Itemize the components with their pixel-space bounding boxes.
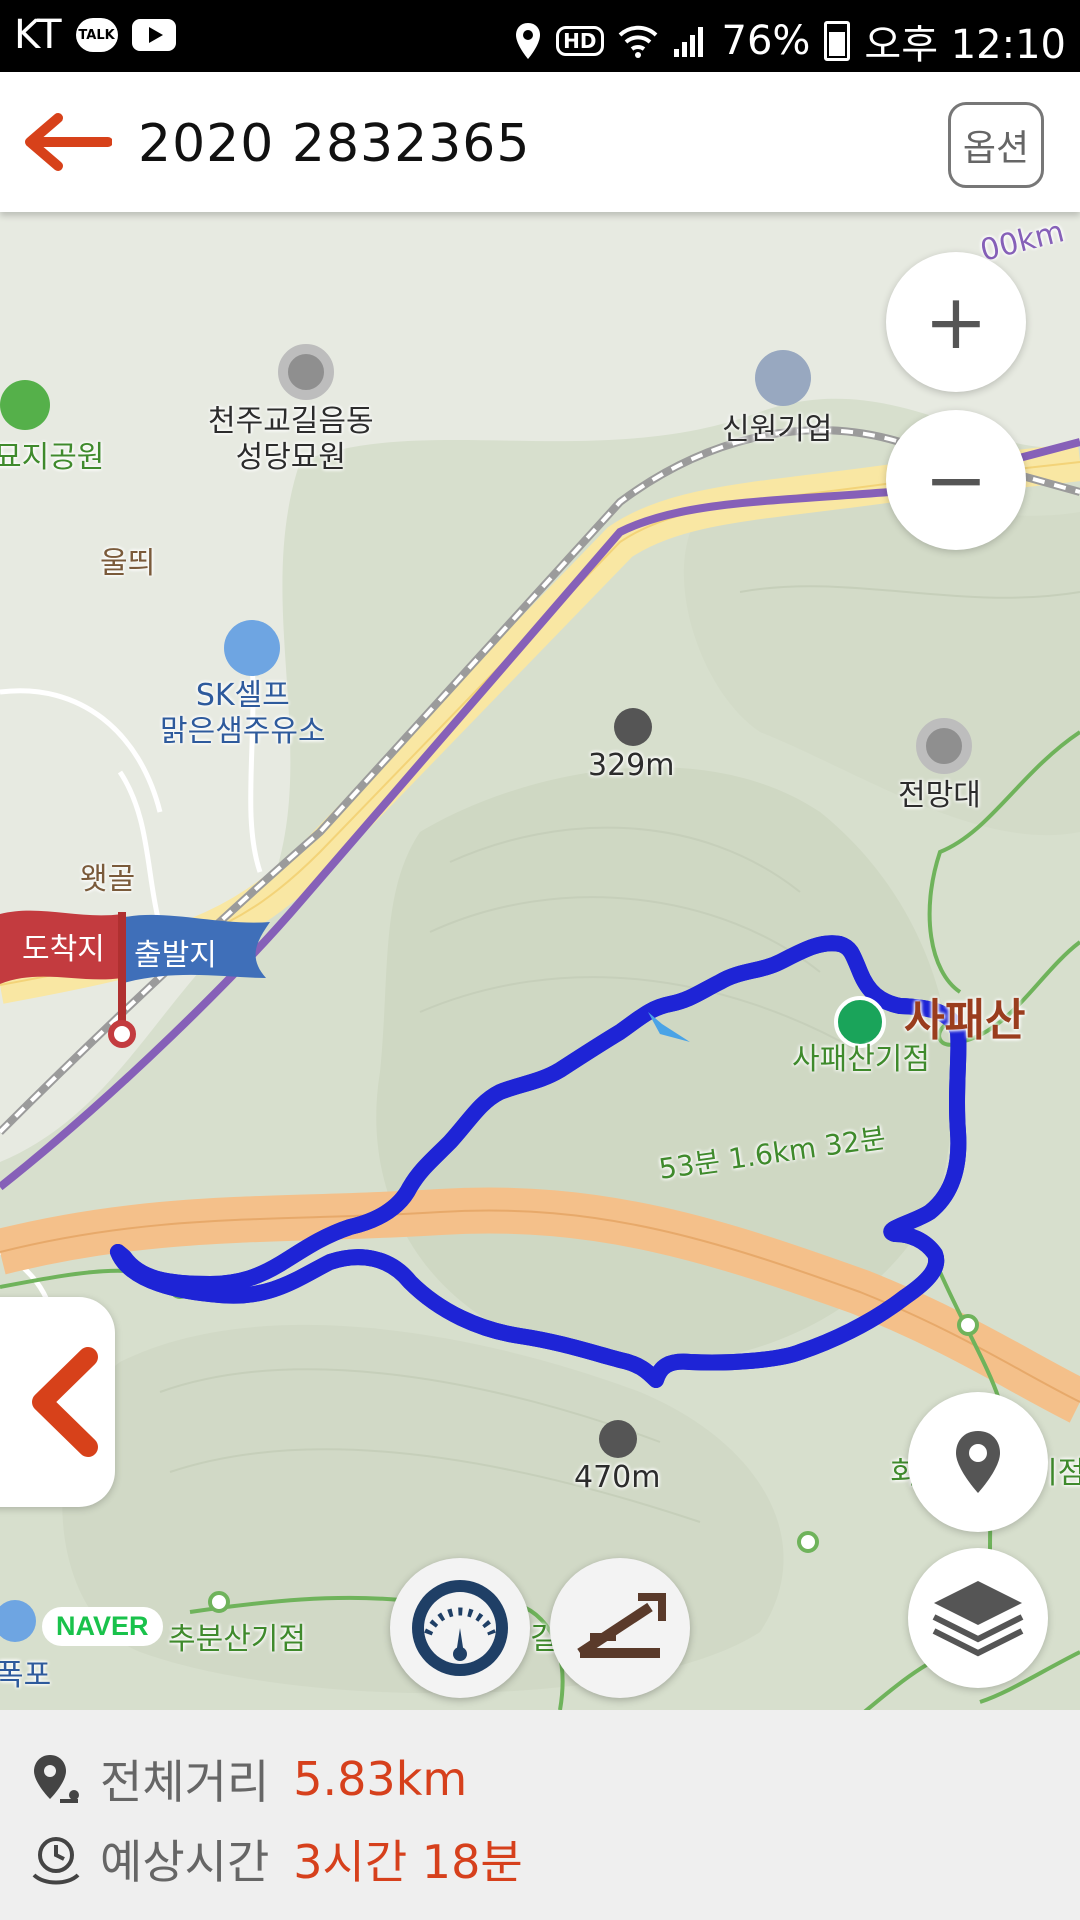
gas-station-label: SK셀프 맑은샘주유소 (160, 678, 326, 749)
options-button[interactable]: 옵션 (948, 102, 1044, 188)
distance-label: 전체거리 (100, 1755, 270, 1809)
layers-icon (932, 1581, 1024, 1657)
my-location-button[interactable] (908, 1392, 1048, 1532)
status-bar: KT TALK HD 76% 오후 12:10 (0, 0, 1080, 72)
back-arrow-icon[interactable] (22, 112, 112, 172)
arrival-flag-label: 도착지 (22, 932, 105, 967)
peak-329-icon (614, 708, 652, 746)
elevation-button[interactable] (550, 1558, 690, 1698)
observatory-label: 전망대 (898, 778, 981, 813)
waterfall-label: 폭포 (0, 1658, 52, 1693)
village-waetgol-label: 왯골 (80, 862, 136, 897)
bottom-point-label: 추분산기점 (168, 1622, 306, 1657)
page-title: 2020 2832365 (138, 114, 531, 174)
peak-470-label: 470m (574, 1460, 661, 1495)
clock-icon (32, 1837, 80, 1885)
location-icon (516, 23, 541, 59)
mountain-point-label: 사패산기점 (792, 1042, 930, 1077)
chevron-left-icon (32, 1347, 98, 1457)
time-label: 예상시간 (100, 1835, 270, 1889)
carrier-label: KT (14, 12, 62, 58)
peak-470-icon (599, 1420, 637, 1458)
kakaotalk-icon: TALK (75, 18, 118, 52)
zoom-in-button[interactable]: + (886, 252, 1026, 392)
company-icon (755, 350, 811, 406)
app-header: 2020 2832365 옵션 (0, 72, 1080, 212)
cemetery-left-label: 묘지공원 (0, 440, 105, 475)
gas-station-icon (224, 620, 280, 676)
side-panel-toggle[interactable] (0, 1297, 115, 1507)
map-layers-button[interactable] (908, 1548, 1048, 1688)
map-view[interactable]: 묘지공원 천주교길음동 성당묘원 울띄 SK셀프 맑은샘주유소 신원기업 329… (0, 212, 1080, 1710)
signal-icon (673, 27, 703, 57)
naver-logo: NAVER (42, 1607, 163, 1646)
peak-329-label: 329m (588, 748, 675, 783)
time-value: 3시간 18분 (293, 1835, 523, 1889)
location-pin-icon (956, 1431, 1000, 1493)
battery-percent: 76% (721, 18, 811, 64)
speedometer-icon (412, 1580, 508, 1676)
arrival-flag: 도착지 (0, 906, 126, 988)
cathedral-cemetery-icon (278, 344, 334, 400)
distance-row: 전체거리 5.83km (30, 1746, 467, 1812)
village-ulttui-label: 울띄 (100, 546, 156, 581)
departure-flag-label: 출발지 (134, 938, 217, 973)
mountain-label: 사패산 (904, 995, 1026, 1046)
observatory-icon (916, 718, 972, 774)
zoom-out-button[interactable]: − (886, 410, 1026, 550)
park-icon (0, 380, 50, 430)
speedometer-button[interactable] (390, 1558, 530, 1698)
route-summary: 전체거리 5.83km 예상시간 3시간 18분 (0, 1710, 1080, 1920)
elevation-icon (577, 1593, 666, 1658)
catholic-cemetery-label: 천주교길음동 성당묘원 (208, 404, 374, 475)
wifi-icon (618, 25, 657, 58)
company-label: 신원기업 (722, 412, 833, 447)
distance-pin-icon (34, 1755, 79, 1803)
departure-flag: 출발지 (116, 912, 276, 1002)
clock: 오후 12:10 (864, 22, 1066, 68)
time-row: 예상시간 3시간 18분 (30, 1826, 523, 1892)
flag-pole (118, 912, 126, 1028)
youtube-icon (131, 19, 176, 51)
distance-value: 5.83km (293, 1752, 468, 1806)
battery-icon (824, 21, 851, 61)
mountain-icon (834, 996, 886, 1048)
hd-voice-icon: HD (556, 26, 604, 56)
start-end-marker (108, 1020, 136, 1048)
